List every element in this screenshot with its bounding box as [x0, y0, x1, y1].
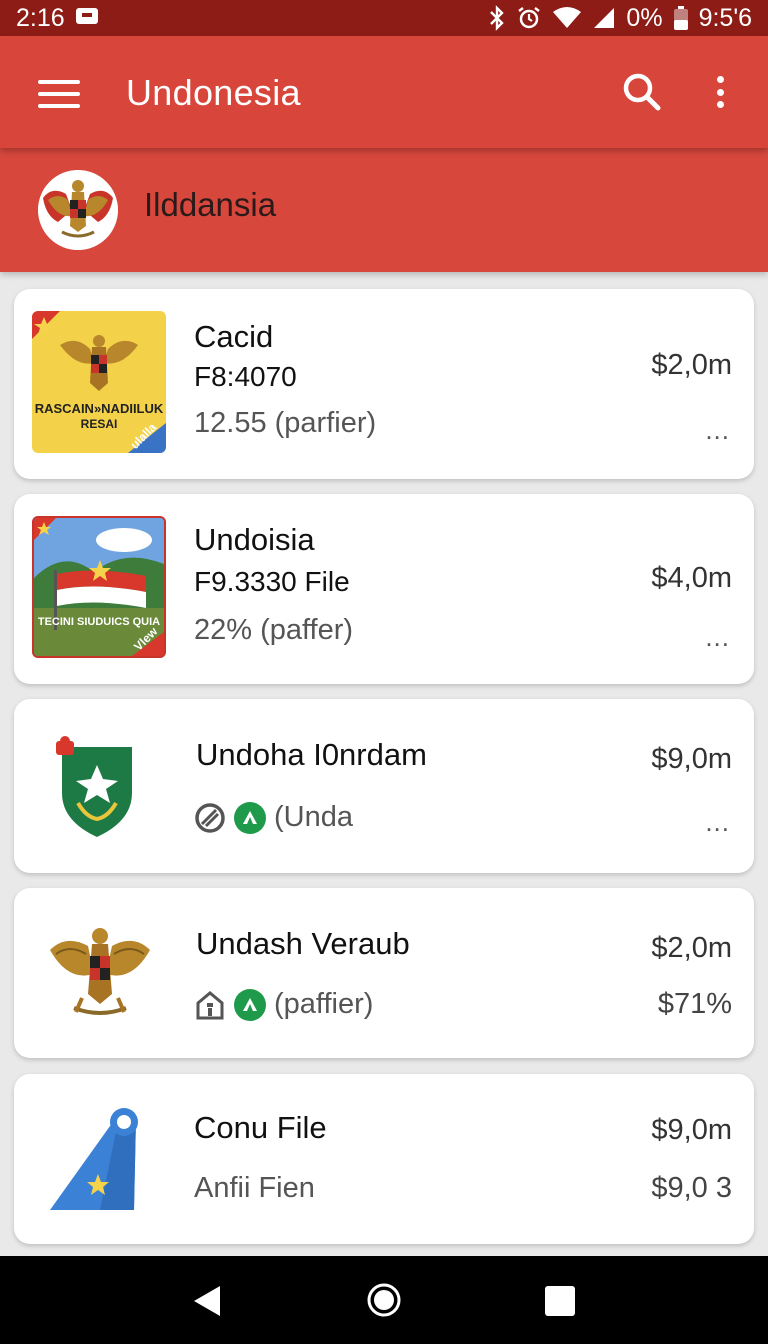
garuda-emblem-icon: [48, 924, 152, 1024]
list-item[interactable]: TECINI SIUDUICS QUIA Vlew Undoisia F9.33…: [14, 494, 754, 684]
thumbnail-text: TECINI SIUDUICS QUIA: [37, 616, 161, 628]
alarm-icon: [516, 5, 542, 31]
item-more-button[interactable]: ...: [705, 807, 730, 838]
map-pin-icon: [48, 1102, 158, 1212]
drive-icon: [234, 988, 266, 1021]
status-clock: 9:5'6: [698, 3, 752, 32]
item-meta: 22% (paffer): [194, 614, 353, 647]
home-lock-icon: [194, 989, 226, 1021]
item-meta: (paffier): [194, 988, 373, 1021]
item-name: Undoisia: [194, 522, 315, 557]
item-meta-text: (paffier): [274, 988, 374, 1020]
navigation-bar: [0, 1256, 768, 1344]
item-price: $2,0m: [651, 932, 732, 964]
drive-icon: [234, 801, 266, 834]
item-meta: 12.55 (parfier): [194, 407, 376, 440]
item-subtitle: F9.3330 File: [194, 566, 350, 597]
bluetooth-icon: [488, 5, 506, 31]
item-name: Cacid: [194, 319, 274, 354]
item-meta: Anfii Fien: [194, 1172, 315, 1205]
file-list: RASCAIN»NADIILUK RESAI ulalla Cacid F8:4…: [0, 272, 768, 1254]
garuda-emblem-icon: [38, 170, 118, 250]
battery-percent: 0%: [626, 3, 663, 32]
back-icon[interactable]: [190, 1284, 224, 1318]
app-bar: Undonesia: [0, 36, 768, 148]
sub-header-title: Ilddansia: [144, 186, 277, 223]
block-icon: [194, 802, 226, 834]
home-icon[interactable]: [366, 1282, 402, 1318]
status-bar: 2:16 0% 9:5'6: [0, 0, 768, 36]
item-secondary-price: $9,0 3: [651, 1172, 732, 1204]
item-thumbnail: RASCAIN»NADIILUK RESAI ulalla: [32, 311, 166, 453]
menu-icon[interactable]: [38, 80, 80, 108]
app-title: Undonesia: [126, 72, 301, 113]
notification-icon: [75, 4, 99, 33]
item-meta-text: 12.55 (parfier): [194, 407, 377, 439]
list-item[interactable]: RASCAIN»NADIILUK RESAI ulalla Cacid F8:4…: [14, 289, 754, 479]
item-name: Undash Veraub: [196, 926, 410, 961]
item-price: $9,0m: [651, 1114, 732, 1146]
list-item[interactable]: Undash Veraub (paffier) $2,0m $71%: [14, 888, 754, 1058]
signal-icon: [592, 6, 616, 30]
more-vert-icon[interactable]: [706, 72, 734, 112]
item-meta-text: 22% (paffer): [194, 614, 354, 646]
item-more-button[interactable]: ...: [705, 415, 730, 446]
wifi-icon: [552, 6, 582, 30]
battery-icon: [673, 5, 689, 31]
item-subtitle: F8:4070: [194, 361, 297, 392]
item-price: $9,0m: [651, 743, 732, 775]
item-name: Undoha I0nrdam: [196, 737, 427, 772]
item-name: Conu File: [194, 1110, 327, 1145]
search-icon[interactable]: [620, 70, 664, 114]
item-meta-text: Anfii Fien: [194, 1172, 315, 1204]
item-percent: $71%: [657, 988, 732, 1020]
recent-apps-icon[interactable]: [545, 1286, 575, 1316]
list-item[interactable]: Conu File Anfii Fien $9,0m $9,0 3: [14, 1074, 754, 1244]
shield-icon: [52, 735, 142, 839]
list-item[interactable]: Undoha I0nrdam (Unda $9,0m ...: [14, 699, 754, 873]
item-meta-text: (Unda: [274, 801, 353, 833]
item-price: $4,0m: [651, 562, 732, 594]
item-thumbnail: TECINI SIUDUICS QUIA Vlew: [32, 516, 166, 658]
status-time: 2:16: [16, 3, 65, 32]
item-meta: (Unda: [194, 801, 353, 834]
thumbnail-text: RASCAIN»NADIILUK: [34, 401, 164, 416]
item-price: $2,0m: [651, 349, 732, 381]
item-more-button[interactable]: ...: [705, 622, 730, 653]
sub-header: Ilddansia: [0, 148, 768, 272]
